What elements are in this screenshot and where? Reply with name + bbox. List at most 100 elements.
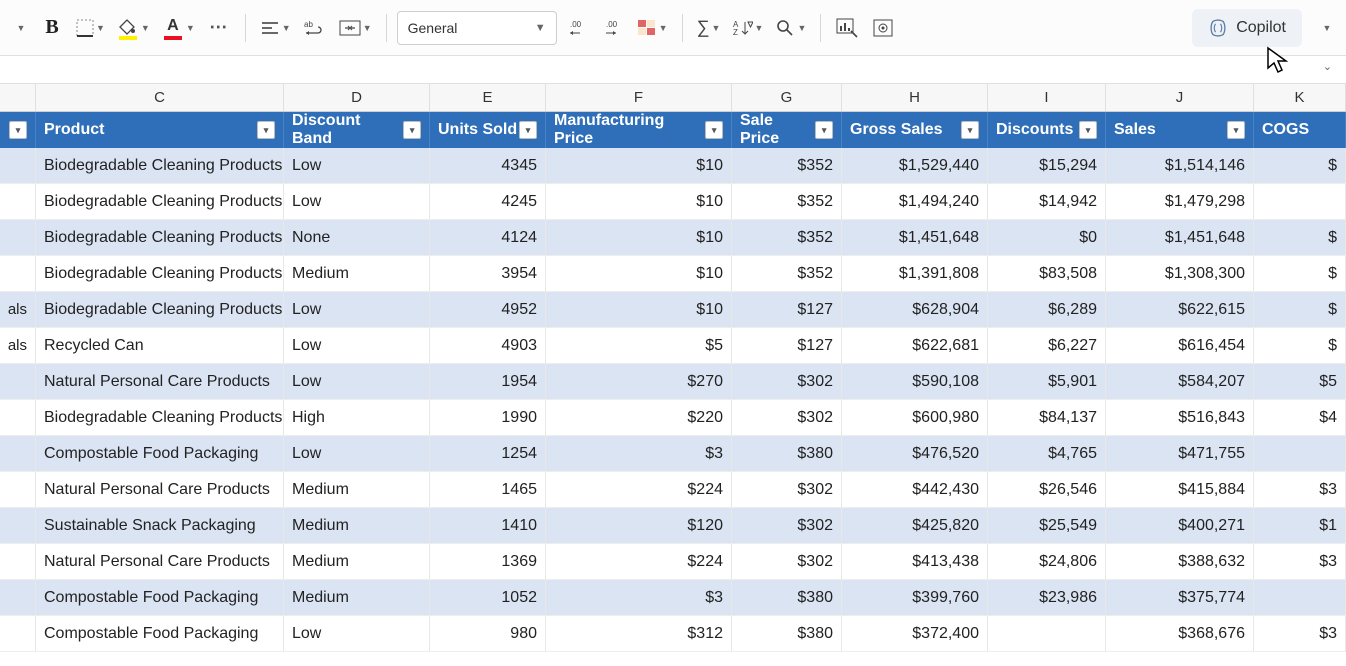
cell[interactable]: $6,227 — [988, 328, 1106, 364]
cell[interactable]: $1,451,648 — [842, 220, 988, 256]
cell[interactable]: 1990 — [430, 400, 546, 436]
copilot-button[interactable]: Copilot — [1192, 9, 1302, 47]
cell[interactable]: $127 — [732, 328, 842, 364]
cell[interactable]: High — [284, 400, 430, 436]
header-discount-band[interactable]: Discount Band ▾ — [284, 112, 430, 148]
filter-button[interactable]: ▾ — [961, 121, 979, 139]
find-select-button[interactable]: ▼ — [771, 9, 810, 47]
cell[interactable]: Sustainable Snack Packaging — [36, 508, 284, 544]
header-discounts[interactable]: Discounts ▾ — [988, 112, 1106, 148]
merge-center-button[interactable]: ▼ — [335, 9, 376, 47]
cell[interactable]: $415,884 — [1106, 472, 1254, 508]
cell[interactable] — [988, 616, 1106, 652]
cell[interactable]: $584,207 — [1106, 364, 1254, 400]
cell[interactable]: $0 — [988, 220, 1106, 256]
cell[interactable]: Medium — [284, 508, 430, 544]
table-row[interactable]: Sustainable Snack PackagingMedium1410$12… — [0, 508, 1346, 544]
cell[interactable]: $1,514,146 — [1106, 148, 1254, 184]
cell[interactable] — [0, 148, 36, 184]
cell[interactable]: $380 — [732, 436, 842, 472]
cell[interactable]: 4345 — [430, 148, 546, 184]
align-button[interactable]: ▼ — [256, 9, 295, 47]
cell[interactable]: Biodegradable Cleaning Products — [36, 184, 284, 220]
cell[interactable]: 4245 — [430, 184, 546, 220]
cell[interactable]: Compostable Food Packaging — [36, 580, 284, 616]
table-row[interactable]: alsRecycled CanLow4903$5$127$622,681$6,2… — [0, 328, 1346, 364]
fill-color-button[interactable]: ▼ — [113, 9, 154, 47]
sort-filter-button[interactable]: AZ ▼ — [729, 9, 768, 47]
cell[interactable] — [0, 472, 36, 508]
cell[interactable]: $5 — [1254, 364, 1346, 400]
number-format-dropdown[interactable]: General ▼ — [397, 11, 557, 45]
cell[interactable]: $10 — [546, 148, 732, 184]
cell[interactable]: $84,137 — [988, 400, 1106, 436]
cell[interactable]: $1,451,648 — [1106, 220, 1254, 256]
column-header-blank[interactable] — [0, 84, 36, 111]
cell[interactable]: 1052 — [430, 580, 546, 616]
cell[interactable]: $413,438 — [842, 544, 988, 580]
cell[interactable]: None — [284, 220, 430, 256]
cell[interactable]: $388,632 — [1106, 544, 1254, 580]
column-header-J[interactable]: J — [1106, 84, 1254, 111]
cell[interactable]: $15,294 — [988, 148, 1106, 184]
cell[interactable]: Low — [284, 328, 430, 364]
table-row[interactable]: Biodegradable Cleaning ProductsMedium395… — [0, 256, 1346, 292]
cell[interactable] — [0, 364, 36, 400]
table-row[interactable]: Compostable Food PackagingMedium1052$3$3… — [0, 580, 1346, 616]
cell[interactable] — [0, 580, 36, 616]
cell[interactable]: $3 — [1254, 544, 1346, 580]
cell[interactable]: 1954 — [430, 364, 546, 400]
filter-button[interactable]: ▾ — [9, 121, 27, 139]
cell[interactable]: $590,108 — [842, 364, 988, 400]
cell[interactable]: $628,904 — [842, 292, 988, 328]
header-sales[interactable]: Sales ▾ — [1106, 112, 1254, 148]
borders-button[interactable]: ▼ — [72, 9, 109, 47]
cell[interactable]: Biodegradable Cleaning Products — [36, 400, 284, 436]
cell[interactable]: $375,774 — [1106, 580, 1254, 616]
cell[interactable]: $476,520 — [842, 436, 988, 472]
cell[interactable]: $25,549 — [988, 508, 1106, 544]
cell[interactable]: $4,765 — [988, 436, 1106, 472]
table-row[interactable]: Biodegradable Cleaning ProductsLow4245$1… — [0, 184, 1346, 220]
cell[interactable]: $5 — [546, 328, 732, 364]
cell[interactable]: $24,806 — [988, 544, 1106, 580]
cell[interactable] — [1254, 580, 1346, 616]
header-mfg-price[interactable]: Manufacturing Price ▾ — [546, 112, 732, 148]
addins-button[interactable] — [867, 9, 899, 47]
cell[interactable] — [1254, 184, 1346, 220]
cell[interactable]: 980 — [430, 616, 546, 652]
cell[interactable] — [0, 616, 36, 652]
filter-button[interactable]: ▾ — [1227, 121, 1245, 139]
prev-split-dropdown[interactable]: ▼ — [8, 9, 32, 47]
header-gross-sales[interactable]: Gross Sales ▾ — [842, 112, 988, 148]
cell[interactable] — [0, 184, 36, 220]
column-header-K[interactable]: K — [1254, 84, 1346, 111]
cell[interactable]: $ — [1254, 220, 1346, 256]
column-header-H[interactable]: H — [842, 84, 988, 111]
cell[interactable]: $1 — [1254, 508, 1346, 544]
table-row[interactable]: Biodegradable Cleaning ProductsNone4124$… — [0, 220, 1346, 256]
cell[interactable]: Low — [284, 148, 430, 184]
cell[interactable]: $10 — [546, 256, 732, 292]
cell[interactable]: $399,760 — [842, 580, 988, 616]
cell[interactable]: Compostable Food Packaging — [36, 616, 284, 652]
cell[interactable]: $3 — [1254, 472, 1346, 508]
cell[interactable]: Low — [284, 184, 430, 220]
cell[interactable]: $3 — [1254, 616, 1346, 652]
cell[interactable]: $516,843 — [1106, 400, 1254, 436]
more-formatting-button[interactable]: ⋯ — [203, 9, 235, 47]
cell[interactable] — [0, 220, 36, 256]
cell[interactable]: $442,430 — [842, 472, 988, 508]
cell[interactable]: 4952 — [430, 292, 546, 328]
cell[interactable]: $380 — [732, 616, 842, 652]
cell[interactable]: Low — [284, 436, 430, 472]
cell[interactable]: $425,820 — [842, 508, 988, 544]
bold-button[interactable]: B — [36, 9, 68, 47]
cell[interactable]: $302 — [732, 508, 842, 544]
cell[interactable]: Medium — [284, 472, 430, 508]
header-product[interactable]: Product ▾ — [36, 112, 284, 148]
column-header-E[interactable]: E — [430, 84, 546, 111]
cell[interactable]: Natural Personal Care Products — [36, 472, 284, 508]
column-header-D[interactable]: D — [284, 84, 430, 111]
cell[interactable]: Medium — [284, 256, 430, 292]
